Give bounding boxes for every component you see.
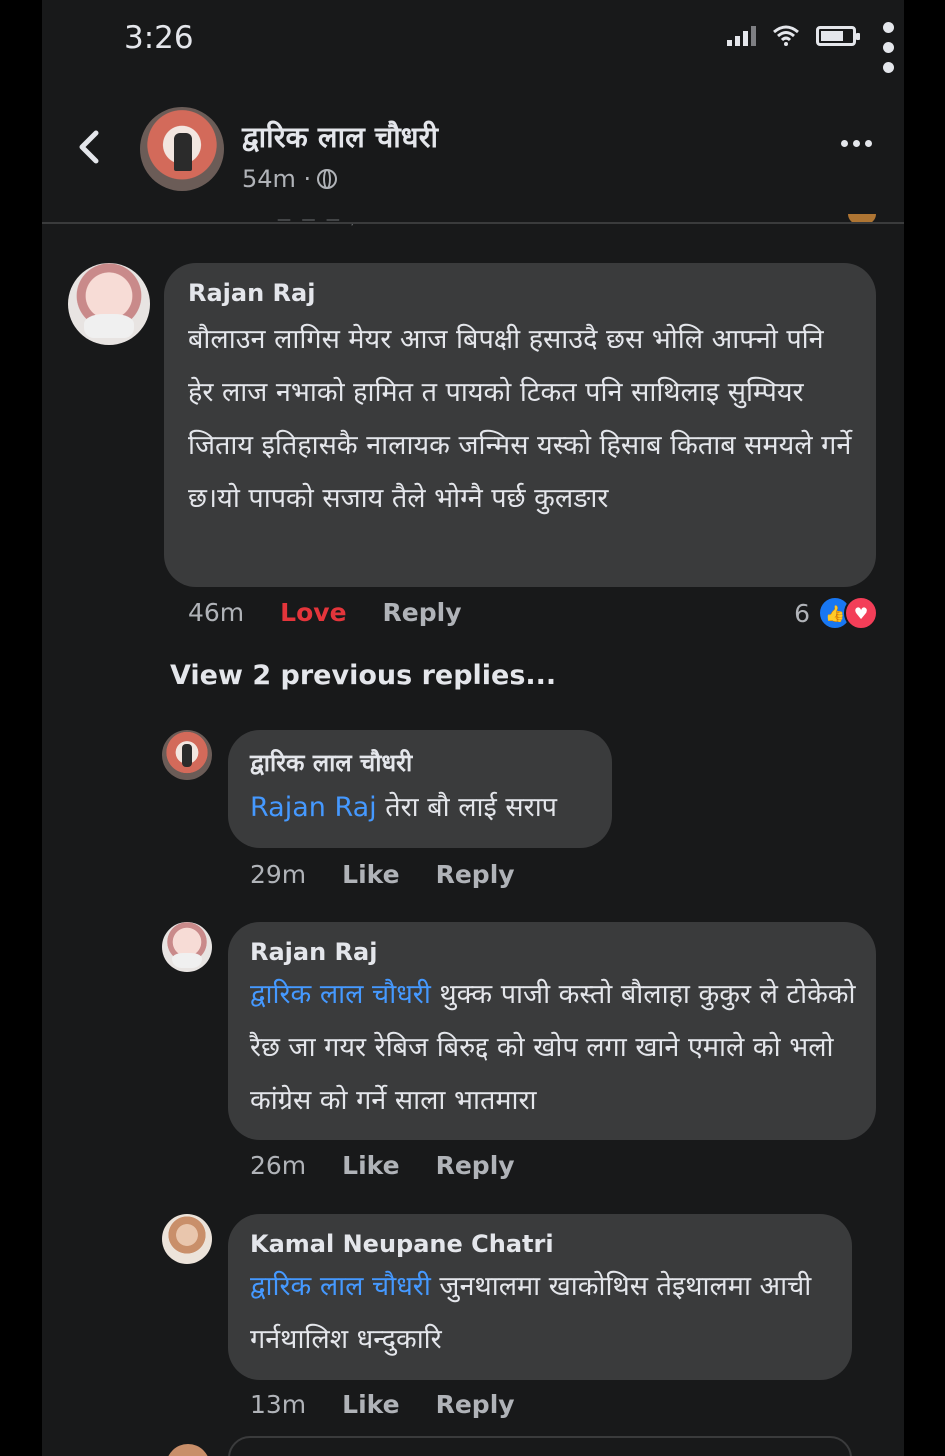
comment-actions: 46m Love Reply <box>188 598 462 627</box>
mention-link[interactable]: द्वारिक लाल चौधरी <box>250 1271 431 1302</box>
back-arrow-icon[interactable] <box>74 127 104 167</box>
reply-text: द्वारिक लाल चौधरी थुक्क पाजी कस्तो बौलाह… <box>250 968 856 1127</box>
wifi-icon <box>773 25 799 46</box>
cut-off-avatar <box>166 1444 210 1456</box>
reply-actions: 13m Like Reply <box>250 1390 515 1419</box>
post-meta: 54m · <box>242 165 338 193</box>
reply-button[interactable]: Reply <box>436 860 515 889</box>
commenter-avatar[interactable] <box>68 263 150 345</box>
reply-actions: 29m Like Reply <box>250 860 515 889</box>
post-time: 54m · <box>242 165 312 193</box>
reply-time: 26m <box>250 1151 307 1180</box>
status-time: 3:26 <box>124 20 194 56</box>
like-button[interactable]: Like <box>342 860 399 889</box>
reply-time: 29m <box>250 860 307 889</box>
overflow-menu-icon[interactable] <box>883 22 894 73</box>
reply-body: तेरा बौ लाई सराप <box>376 792 558 823</box>
author-avatar[interactable] <box>140 107 224 191</box>
globe-icon <box>317 169 338 189</box>
reply-button[interactable]: Reply <box>436 1151 515 1180</box>
reply-bubble: Kamal Neupane Chatri द्वारिक लाल चौधरी ज… <box>228 1214 852 1380</box>
comment-text: बौलाउन लागिस मेयर आज बिपक्षी हसाउदै छस भ… <box>188 324 852 514</box>
cut-off-bubble <box>228 1436 852 1456</box>
reply-time: 13m <box>250 1390 307 1419</box>
reply-avatar[interactable] <box>162 1214 212 1264</box>
reaction-count: 6 <box>794 598 810 628</box>
reply-button[interactable]: Reply <box>436 1390 515 1419</box>
status-bar: 3:26 <box>42 0 904 75</box>
reaction-summary[interactable]: 6 👍 ♥ <box>794 596 878 630</box>
like-button[interactable]: Like <box>342 1390 399 1419</box>
reply-author[interactable]: Kamal Neupane Chatri <box>250 1230 832 1258</box>
cut-off-actions: — — — , <box>277 212 358 228</box>
reply-bubble: Rajan Raj द्वारिक लाल चौधरी थुक्क पाजी क… <box>228 922 876 1140</box>
comment-time: 46m <box>188 598 245 627</box>
view-previous-replies[interactable]: View 2 previous replies... <box>170 660 556 691</box>
reply-actions: 26m Like Reply <box>250 1151 515 1180</box>
love-reaction-icon: ♥ <box>844 596 878 630</box>
post-author-name[interactable]: द्वारिक लाल चौधरी <box>242 117 438 156</box>
comment-bubble: Rajan Raj बौलाउन लागिस मेयर आज बिपक्षी ह… <box>164 263 876 587</box>
battery-icon <box>816 26 860 46</box>
reply-text: Rajan Raj तेरा बौ लाई सराप <box>250 781 590 834</box>
reply-author[interactable]: Rajan Raj <box>250 938 856 966</box>
love-button[interactable]: Love <box>280 598 346 627</box>
header-divider <box>42 222 904 224</box>
mention-link[interactable]: द्वारिक लाल चौधरी <box>250 979 431 1010</box>
reply-bubble: द्वारिक लाल चौधरी Rajan Raj तेरा बौ लाई … <box>228 730 612 848</box>
more-icon[interactable] <box>841 140 872 147</box>
reply-avatar[interactable] <box>162 730 212 780</box>
status-icons <box>727 24 860 46</box>
reply-text: द्वारिक लाल चौधरी जुनथालमा खाकोथिस तेइथा… <box>250 1260 832 1366</box>
signal-icon <box>727 24 756 46</box>
reply-avatar[interactable] <box>162 922 212 972</box>
like-button[interactable]: Like <box>342 1151 399 1180</box>
post-header: द्वारिक लाल चौधरी 54m · <box>42 95 904 220</box>
reply-author[interactable]: द्वारिक लाल चौधरी <box>250 746 590 779</box>
comment-author[interactable]: Rajan Raj <box>188 279 854 307</box>
mention-link[interactable]: Rajan Raj <box>250 792 377 823</box>
reply-button[interactable]: Reply <box>383 598 462 627</box>
phone-screen: 3:26 द्वारिक लाल चौधरी 54m · — — — , Raj… <box>42 0 904 1456</box>
